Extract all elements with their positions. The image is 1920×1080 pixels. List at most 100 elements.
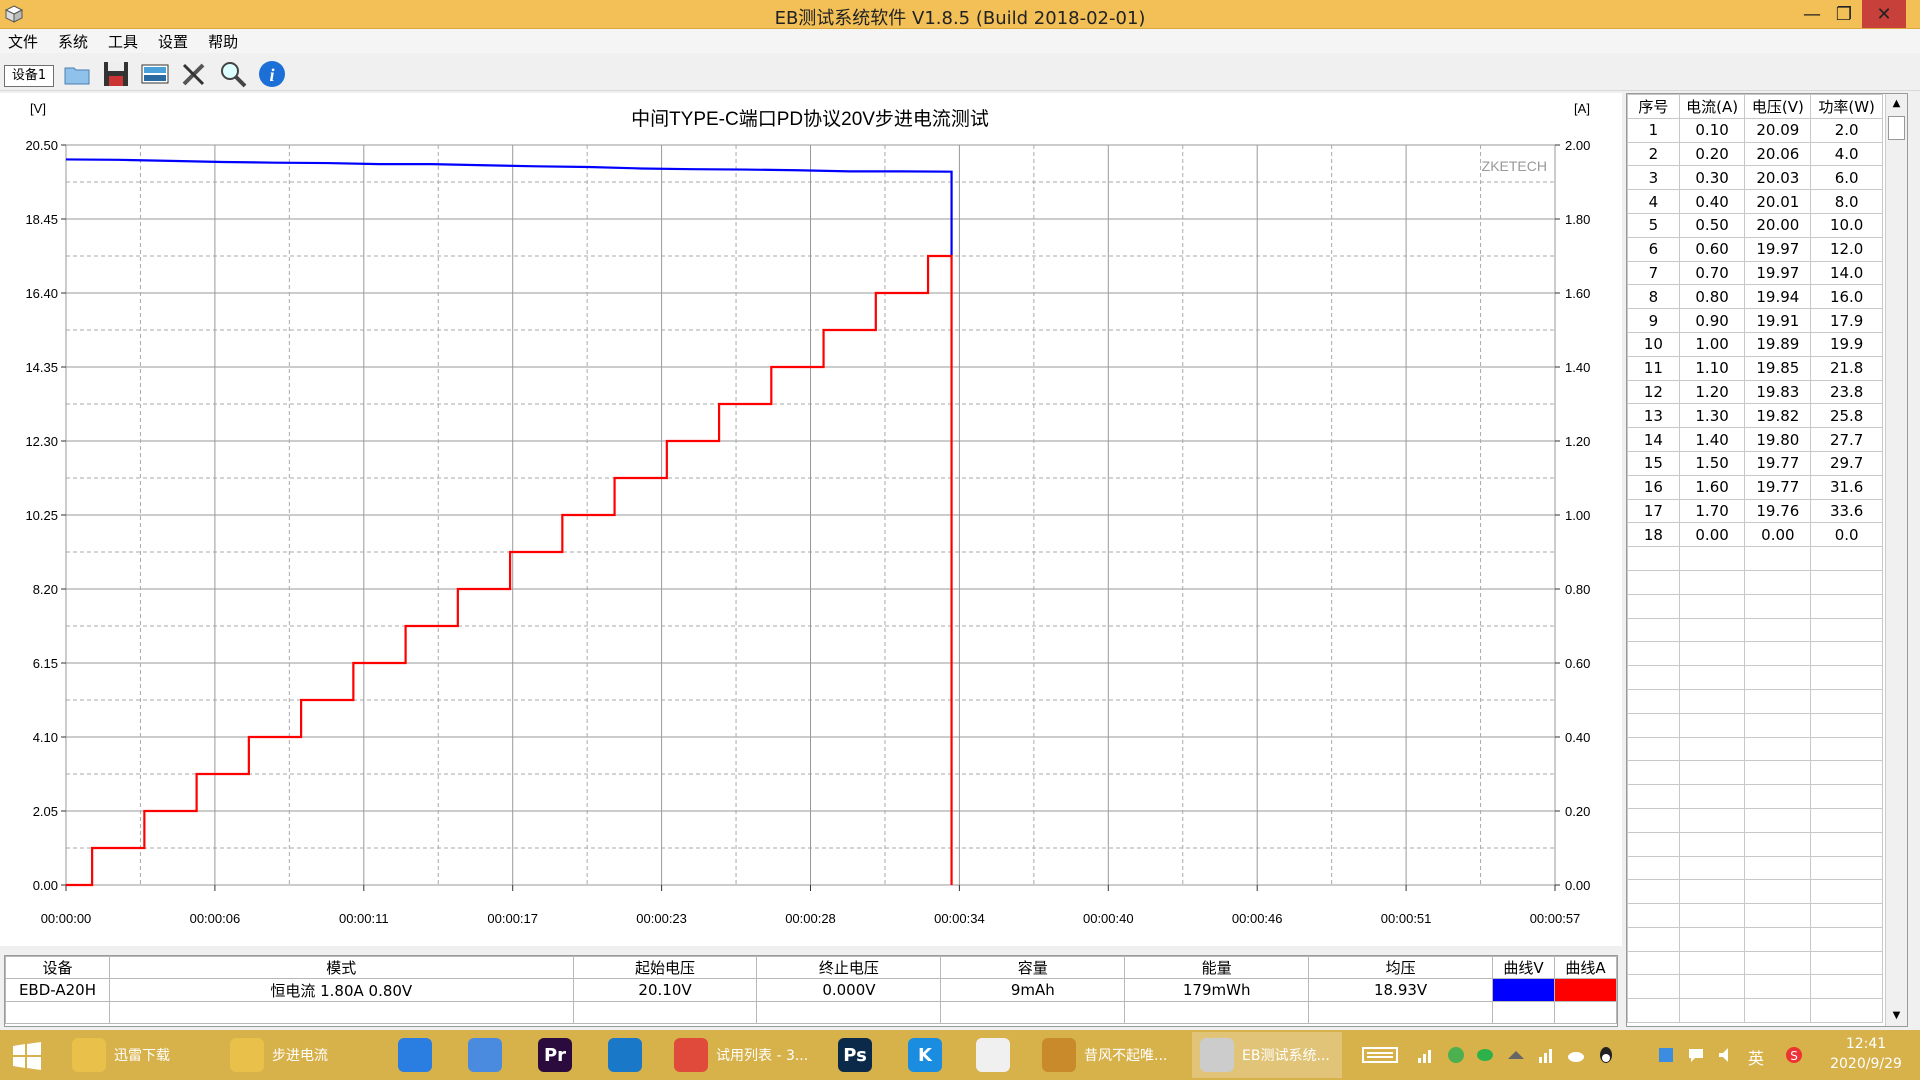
clock[interactable]: 12:41 2020/9/29 <box>1816 1034 1916 1074</box>
table-row[interactable]: 13 1.30 19.82 25.8 <box>1627 403 1883 429</box>
taskbar-app-button[interactable]: 昔风不起唯... <box>1034 1032 1184 1078</box>
taskbar-app-button[interactable]: Pr <box>530 1032 580 1078</box>
image-icon[interactable] <box>140 59 170 89</box>
info-icon[interactable]: i <box>257 59 287 89</box>
search-icon[interactable] <box>218 59 248 89</box>
data-cell-current: 0.70 <box>1678 260 1746 286</box>
data-cell-current: 0.50 <box>1678 212 1746 238</box>
summary-header-capacity: 容量 <box>940 956 1126 979</box>
ime-indicator[interactable]: 英 <box>1748 1045 1768 1068</box>
table-row[interactable]: 8 0.80 19.94 16.0 <box>1627 284 1883 310</box>
wechat-icon[interactable] <box>1476 1045 1496 1065</box>
taskbar-app-button[interactable]: K <box>900 1032 950 1078</box>
table-scrollbar[interactable]: ▲ ▼ <box>1885 94 1907 1026</box>
keyboard-icon[interactable] <box>1362 1045 1398 1065</box>
qq-icon[interactable] <box>1596 1045 1616 1065</box>
taskbar-app-button[interactable] <box>460 1032 510 1078</box>
menu-file[interactable]: 文件 <box>8 31 38 52</box>
y-right-tick-label: 0.20 <box>1565 804 1590 819</box>
tray-app-icon[interactable] <box>1506 1045 1526 1065</box>
svg-text:i: i <box>269 65 274 85</box>
device-tab[interactable]: 设备1 <box>4 65 54 87</box>
tools-icon[interactable] <box>179 59 209 89</box>
table-row[interactable]: 6 0.60 19.97 12.0 <box>1627 236 1883 262</box>
open-folder-icon[interactable] <box>62 59 92 89</box>
table-row[interactable]: 7 0.70 19.97 14.0 <box>1627 260 1883 286</box>
clock-date: 2020/9/29 <box>1830 1056 1902 1072</box>
curve-a-swatch[interactable] <box>1553 978 1618 1002</box>
scroll-down-arrow-icon[interactable]: ▼ <box>1886 1006 1907 1026</box>
premiere-icon: Pr <box>538 1038 572 1072</box>
table-row[interactable]: 2 0.20 20.06 4.0 <box>1627 141 1883 167</box>
table-row[interactable]: 5 0.50 20.00 10.0 <box>1627 212 1883 238</box>
data-cell-empty <box>1678 950 1746 976</box>
table-row[interactable]: 4 0.40 20.01 8.0 <box>1627 189 1883 214</box>
security-icon[interactable] <box>1656 1045 1676 1065</box>
save-icon[interactable] <box>101 59 131 89</box>
tray-app-icon[interactable] <box>1446 1045 1466 1065</box>
bird-icon <box>468 1038 502 1072</box>
table-row[interactable]: 3 0.30 20.03 6.0 <box>1627 165 1883 191</box>
volume-icon[interactable] <box>1716 1045 1736 1065</box>
data-cell-empty <box>1810 879 1883 905</box>
chrome-icon <box>674 1038 708 1072</box>
summary-capacity: 9mAh <box>940 978 1126 1002</box>
table-row[interactable]: 9 0.90 19.91 17.9 <box>1627 308 1883 333</box>
network-icon[interactable] <box>1536 1045 1556 1065</box>
menu-system[interactable]: 系统 <box>58 31 88 52</box>
x-tick-label: 00:00:28 <box>785 911 836 926</box>
table-row[interactable]: 15 1.50 19.77 29.7 <box>1627 450 1883 476</box>
data-cell-empty <box>1678 974 1746 1000</box>
data-cell-index: 2 <box>1627 141 1680 167</box>
taskbar-app-button[interactable]: EB测试系统... <box>1192 1032 1342 1078</box>
data-cell-empty <box>1810 736 1883 762</box>
data-cell-empty <box>1744 688 1812 714</box>
table-row[interactable]: 18 0.00 0.00 0.0 <box>1627 522 1883 548</box>
data-cell-index: 5 <box>1627 212 1680 238</box>
data-cell-empty <box>1678 569 1746 595</box>
action-center-icon[interactable] <box>1686 1045 1706 1065</box>
chart-title: 中间TYPE-C端口PD协议20V步进电流测试 <box>631 108 989 130</box>
summary-table: 设备 模式 起始电压 终止电压 容量 能量 均压 曲线V 曲线A EBD-A20… <box>4 955 1618 1027</box>
menu-help[interactable]: 帮助 <box>208 31 238 52</box>
scroll-thumb[interactable] <box>1888 116 1905 140</box>
taskbar-app-button[interactable] <box>968 1032 1018 1078</box>
data-cell-empty <box>1627 569 1680 595</box>
table-row[interactable]: 17 1.70 19.76 33.6 <box>1627 498 1883 524</box>
menu-tools[interactable]: 工具 <box>108 31 138 52</box>
cloud-icon[interactable] <box>1566 1045 1586 1065</box>
menu-settings[interactable]: 设置 <box>158 31 188 52</box>
data-cell-empty <box>1810 926 1883 952</box>
data-cell-empty <box>1678 998 1746 1024</box>
taskbar-app-button[interactable]: 试用列表 - 3... <box>666 1032 816 1078</box>
data-cell-empty <box>1744 593 1812 619</box>
taskbar-app-button[interactable]: Ps <box>830 1032 880 1078</box>
data-cell-empty <box>1810 903 1883 928</box>
taskbar-app-button[interactable]: 迅雷下载 <box>64 1032 214 1078</box>
taskbar-app-button[interactable] <box>600 1032 650 1078</box>
close-button[interactable]: ✕ <box>1862 0 1906 28</box>
windows-start-icon[interactable] <box>12 1041 42 1071</box>
data-cell-current: 1.60 <box>1678 474 1746 500</box>
scroll-up-arrow-icon[interactable]: ▲ <box>1886 94 1907 114</box>
y-left-tick-label: 6.15 <box>33 656 58 671</box>
curve-v-swatch[interactable] <box>1492 978 1555 1002</box>
table-row[interactable]: 1 0.10 20.09 2.0 <box>1627 117 1883 143</box>
table-row[interactable]: 14 1.40 19.80 27.7 <box>1627 427 1883 452</box>
data-cell-empty <box>1627 760 1680 786</box>
data-cell-index: 7 <box>1627 260 1680 286</box>
summary-empty-cell <box>5 1001 110 1024</box>
data-cell-power: 16.0 <box>1810 284 1883 310</box>
sogou-ime-icon[interactable]: S <box>1784 1045 1804 1065</box>
data-cell-current: 1.40 <box>1678 427 1746 452</box>
taskbar-app-button[interactable]: 步进电流 <box>222 1032 372 1078</box>
table-row[interactable]: 12 1.20 19.83 23.8 <box>1627 379 1883 405</box>
table-row[interactable]: 10 1.00 19.89 19.9 <box>1627 331 1883 357</box>
maximize-button[interactable]: ❐ <box>1822 0 1866 28</box>
signal-icon[interactable] <box>1416 1045 1436 1065</box>
table-row[interactable]: 11 1.10 19.85 21.8 <box>1627 355 1883 381</box>
x-tick-label: 00:00:00 <box>41 911 92 926</box>
table-row[interactable]: 16 1.60 19.77 31.6 <box>1627 474 1883 500</box>
data-cell-index: 17 <box>1627 498 1680 524</box>
taskbar-app-button[interactable] <box>390 1032 440 1078</box>
